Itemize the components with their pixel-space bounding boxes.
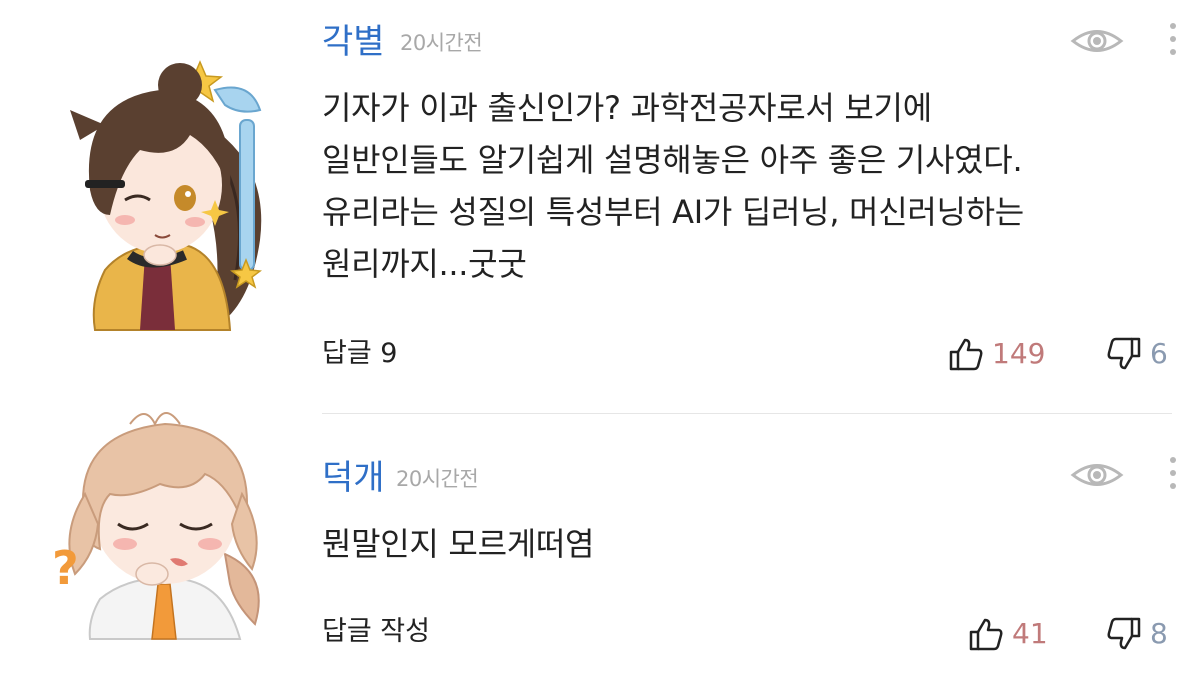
comment-body: 뭔말인지 모르게떠염 (322, 518, 594, 570)
comment-author[interactable]: 덕개 (322, 458, 385, 498)
more-vertical-icon[interactable] (1168, 22, 1178, 56)
eye-icon[interactable] (1070, 26, 1124, 56)
dislike-count: 8 (1150, 617, 1168, 650)
thumbs-up-icon (949, 338, 983, 371)
thumbs-up-icon (969, 618, 1003, 651)
comment-1: 각별 20시간전 기자가 이과 출신인가? 과학전공자로서 보기에 일반인들도 … (0, 0, 1200, 410)
reply-button[interactable]: 답글 9 (322, 336, 397, 372)
avatar[interactable]: ? (30, 384, 290, 644)
comment-time: 20시간전 (400, 31, 483, 55)
thumbs-down-icon (1107, 337, 1141, 370)
like-count: 149 (992, 337, 1046, 370)
comment-line: 원리까지...굿굿 (322, 245, 527, 283)
like-button[interactable]: 41 (968, 614, 1048, 654)
more-vertical-icon[interactable] (1168, 456, 1178, 490)
svg-text:?: ? (52, 541, 79, 595)
dislike-button[interactable]: 6 (1106, 334, 1168, 374)
like-button[interactable]: 149 (948, 334, 1045, 374)
comment-line: 기자가 이과 출신인가? 과학전공자로서 보기에 (322, 89, 932, 127)
comment-line: 뭔말인지 모르게떠염 (322, 525, 595, 563)
comment-line: 일반인들도 알기쉽게 설명해놓은 아주 좋은 기사였다. (322, 141, 1023, 179)
comment-body: 기자가 이과 출신인가? 과학전공자로서 보기에 일반인들도 알기쉽게 설명해놓… (322, 82, 1024, 290)
thumbs-down-icon (1107, 617, 1141, 650)
dislike-count: 6 (1150, 337, 1168, 370)
comment-line: 유리라는 성질의 특성부터 AI가 딥러닝, 머신러닝하는 (322, 193, 1024, 231)
eye-icon[interactable] (1070, 460, 1124, 490)
comment-author[interactable]: 각별 (322, 22, 385, 62)
comment-time: 20시간전 (396, 467, 479, 491)
comment-2: ? 덕개 20시간전 뭔말인지 모르게떠염 답글 작성 41 8 (0, 412, 1200, 675)
avatar[interactable] (10, 40, 310, 340)
like-count: 41 (1012, 617, 1048, 650)
dislike-button[interactable]: 8 (1106, 614, 1168, 654)
reply-button[interactable]: 답글 작성 (322, 614, 430, 650)
